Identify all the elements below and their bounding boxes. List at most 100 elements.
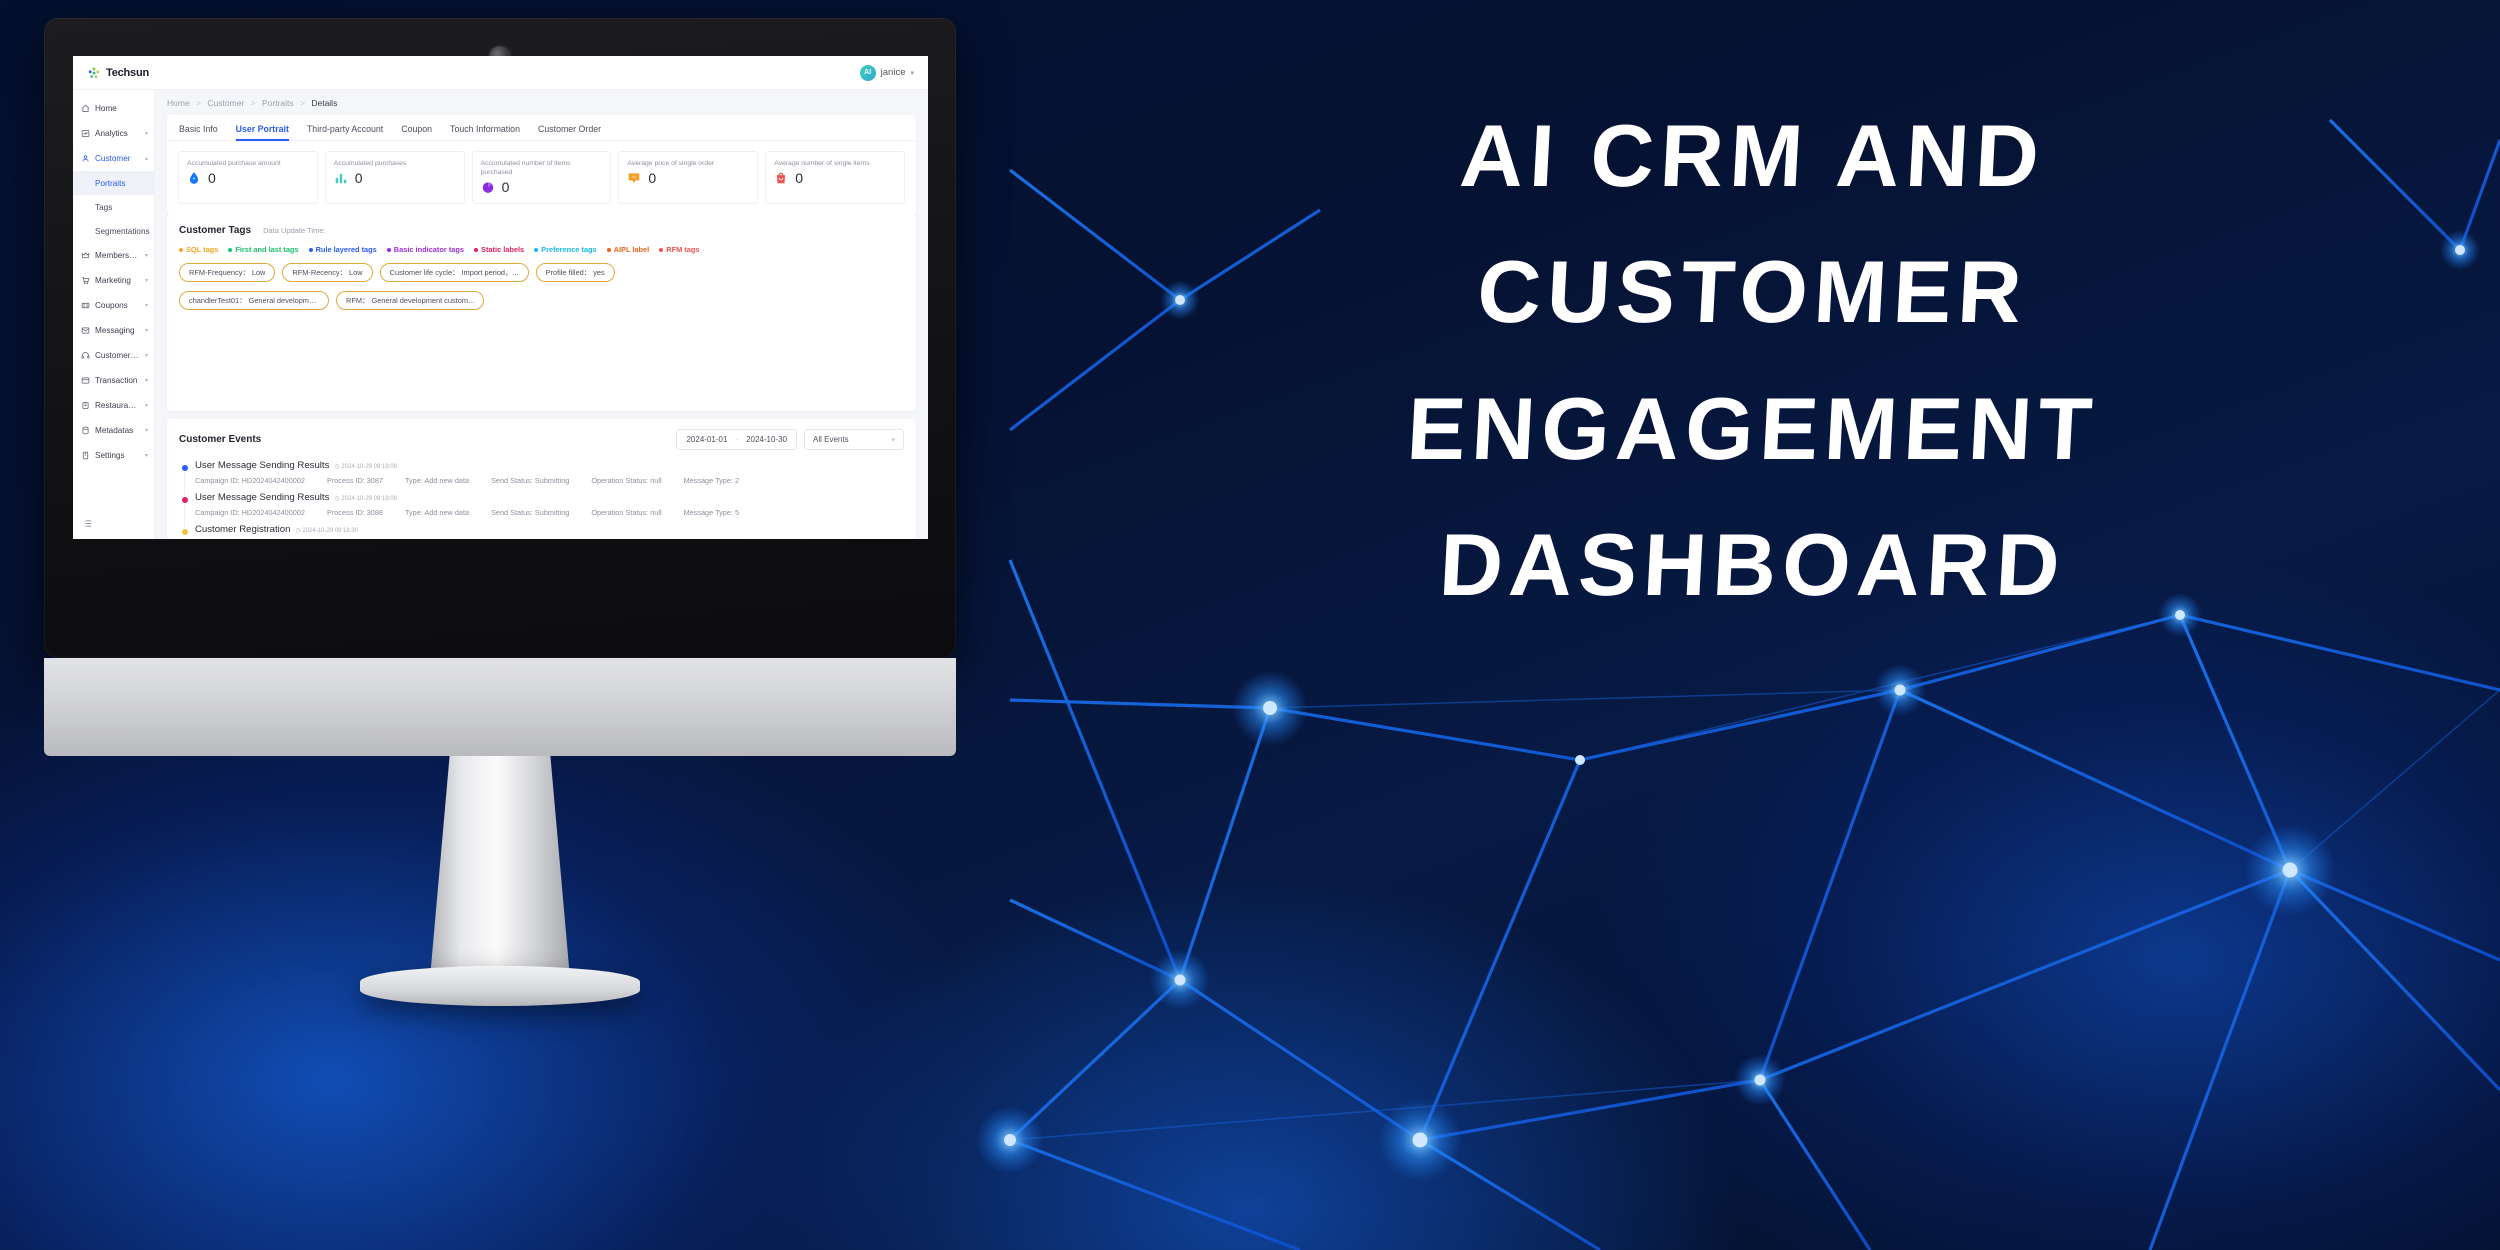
legend-label: AIPL label xyxy=(613,245,650,255)
lcd-text-1: AI CRM AND xyxy=(1458,106,2048,205)
sidebar-collapse-button[interactable] xyxy=(82,516,93,534)
list-collapse-icon xyxy=(82,516,93,533)
sidebar-item-metadatas[interactable]: Metadatas ▾ xyxy=(73,418,154,443)
event-type-select[interactable]: All Events ▾ xyxy=(804,429,904,451)
tag-chip[interactable]: Profile filled： yes xyxy=(535,263,615,283)
tag-chip[interactable]: RFM-Frequency： Low xyxy=(179,263,276,283)
event-name: Customer Registration xyxy=(195,524,291,536)
sidebar-item-messaging[interactable]: Messaging ▾ xyxy=(73,318,154,343)
tag-chip-row: RFM-Frequency： Low RFM-Recency： Low Cust… xyxy=(179,263,904,283)
tag-chip[interactable]: RFM-Recency： Low xyxy=(282,263,373,283)
chevron-down-icon: ▾ xyxy=(144,303,148,309)
sidebar-item-transaction[interactable]: Transaction ▾ xyxy=(73,368,154,393)
stat-title: Average price of single order xyxy=(627,160,715,167)
tab-touch-information[interactable]: Touch Information xyxy=(450,124,520,140)
legend-dot-icon xyxy=(606,247,611,252)
breadcrumb-item-customer[interactable]: Customer xyxy=(207,98,244,108)
ticket-icon xyxy=(81,301,90,310)
events-filters: 2024-01-01 - 2024-10-30 All Events ▾ xyxy=(676,429,904,451)
sidebar: Home Analytics ▾ Customer ▴ Portraits Ta… xyxy=(73,90,155,539)
database-icon xyxy=(81,426,90,435)
tab-coupon[interactable]: Coupon xyxy=(401,124,432,140)
chevron-down-icon: ▾ xyxy=(910,69,914,77)
tag-chip[interactable]: Customer life cycle： Import period，... xyxy=(379,263,529,283)
breadcrumb-item-home[interactable]: Home xyxy=(167,98,190,108)
legend-item: Static labels xyxy=(474,245,524,254)
app-body: Home Analytics ▾ Customer ▴ Portraits Ta… xyxy=(73,90,928,539)
chevron-down-icon: ▾ xyxy=(144,428,148,434)
sidebar-item-label: Analytics xyxy=(95,129,128,138)
sidebar-item-customer[interactable]: Customer ▴ xyxy=(73,146,154,171)
date-separator: - xyxy=(735,435,739,445)
sidebar-item-membership[interactable]: Membership ▾ xyxy=(73,243,154,268)
chevron-down-icon: ▾ xyxy=(144,453,148,459)
sidebar-item-analytics[interactable]: Analytics ▾ xyxy=(73,121,154,146)
brand[interactable]: Techsun xyxy=(87,66,149,80)
legend-item: RFM tags xyxy=(659,245,700,254)
sidebar-sub-label: Segmentations xyxy=(95,226,150,236)
tab-customer-order[interactable]: Customer Order xyxy=(538,124,601,140)
legend-label: Rule layered tags xyxy=(315,245,377,255)
legend-dot-icon xyxy=(386,247,391,252)
bag-icon xyxy=(774,171,788,185)
banner-line-4: DASHBOARD xyxy=(1360,515,2150,653)
sidebar-item-label: Restaurant M... xyxy=(95,401,140,410)
sidebar-item-label: Transaction xyxy=(95,376,138,385)
stat-title: Accumulated number of items purchased xyxy=(480,160,571,177)
sidebar-item-coupons[interactable]: Coupons ▾ xyxy=(73,293,154,318)
tab-user-portrait[interactable]: User Portrait xyxy=(235,124,290,141)
date-range-picker[interactable]: 2024-01-01 - 2024-10-30 xyxy=(676,429,797,451)
event-operation-status: Operation Status: null xyxy=(591,476,662,486)
tag-chip[interactable]: RFM： General development custom... xyxy=(336,291,485,311)
timeline-item[interactable]: Customer Registration ◷ 2024-10-29 09:18… xyxy=(179,524,904,539)
legend-label: First and last tags xyxy=(235,245,299,255)
cart-icon xyxy=(81,276,90,285)
stat-card: Average price of single order N 0 xyxy=(618,151,759,205)
tab-third-party-account[interactable]: Third-party Account xyxy=(307,124,383,140)
sidebar-item-customer-service[interactable]: Customer Ser... ▾ xyxy=(73,343,154,368)
legend-dot-icon xyxy=(659,247,664,252)
breadcrumb-item-portraits[interactable]: Portraits xyxy=(262,98,294,108)
lcd-text-2: CUSTOMER xyxy=(1475,242,2030,341)
event-type: Type: Add new data xyxy=(404,508,470,518)
event-campaign-id: Campaign ID: HD2024042400002 xyxy=(195,476,305,486)
legend-item: AIPL label xyxy=(606,245,650,255)
event-campaign-id: Campaign ID: HD2024042400002 xyxy=(195,508,305,518)
sidebar-item-home[interactable]: Home xyxy=(73,96,154,121)
tag-chip[interactable]: chandlerTest01： General developme... xyxy=(179,291,329,311)
event-name: User Message Sending Results xyxy=(195,492,330,504)
sidebar-item-restaurant-management[interactable]: Restaurant M... ▾ xyxy=(73,393,154,418)
event-time: ◷ 2024-10-29 09:18:30 xyxy=(295,528,359,535)
chevron-down-icon: ▾ xyxy=(144,328,148,334)
monitor-base xyxy=(360,966,640,1006)
legend-label: Basic indicator tags xyxy=(393,245,465,255)
sidebar-item-marketing[interactable]: Marketing ▾ xyxy=(73,268,154,293)
event-send-status: Send Status: Submitting xyxy=(491,508,570,518)
date-from: 2024-01-01 xyxy=(686,435,728,445)
event-time: ◷ 2024-10-29 09:19:09 xyxy=(334,464,398,471)
customer-tags-title: Customer Tags xyxy=(179,225,252,237)
customer-events-title: Customer Events xyxy=(179,434,262,446)
stat-card: Average number of single items 0 xyxy=(765,151,905,205)
sidebar-item-segmentations[interactable]: Segmentations xyxy=(73,219,154,243)
timeline-item[interactable]: User Message Sending Results ◷ 2024-10-2… xyxy=(179,492,904,528)
sidebar-item-portraits[interactable]: Portraits xyxy=(73,171,154,195)
lcd-text-4: DASHBOARD xyxy=(1437,515,2068,614)
legend-label: SQL tags xyxy=(186,245,219,255)
legend-dot-icon xyxy=(308,247,313,252)
settings-icon xyxy=(81,451,90,460)
user-name: janice xyxy=(880,67,906,78)
user-menu[interactable]: AI janice ▾ xyxy=(859,64,914,81)
portrait-panel: Basic Info User Portrait Third-party Acc… xyxy=(167,115,916,216)
sidebar-sub-label: Portraits xyxy=(95,178,126,188)
techsun-logo-icon xyxy=(87,66,101,80)
timeline-item[interactable]: User Message Sending Results ◷ 2024-10-2… xyxy=(179,460,904,496)
sidebar-item-tags[interactable]: Tags xyxy=(73,195,154,219)
pie-chart-icon xyxy=(481,180,495,194)
chevron-down-icon: ▾ xyxy=(144,278,148,284)
card-icon xyxy=(81,376,90,385)
stat-title: Accumulated purchase amount xyxy=(187,160,281,167)
sidebar-item-settings[interactable]: Settings ▾ xyxy=(73,443,154,468)
chevron-down-icon: ▾ xyxy=(144,353,148,359)
tab-basic-info[interactable]: Basic Info xyxy=(179,124,218,140)
